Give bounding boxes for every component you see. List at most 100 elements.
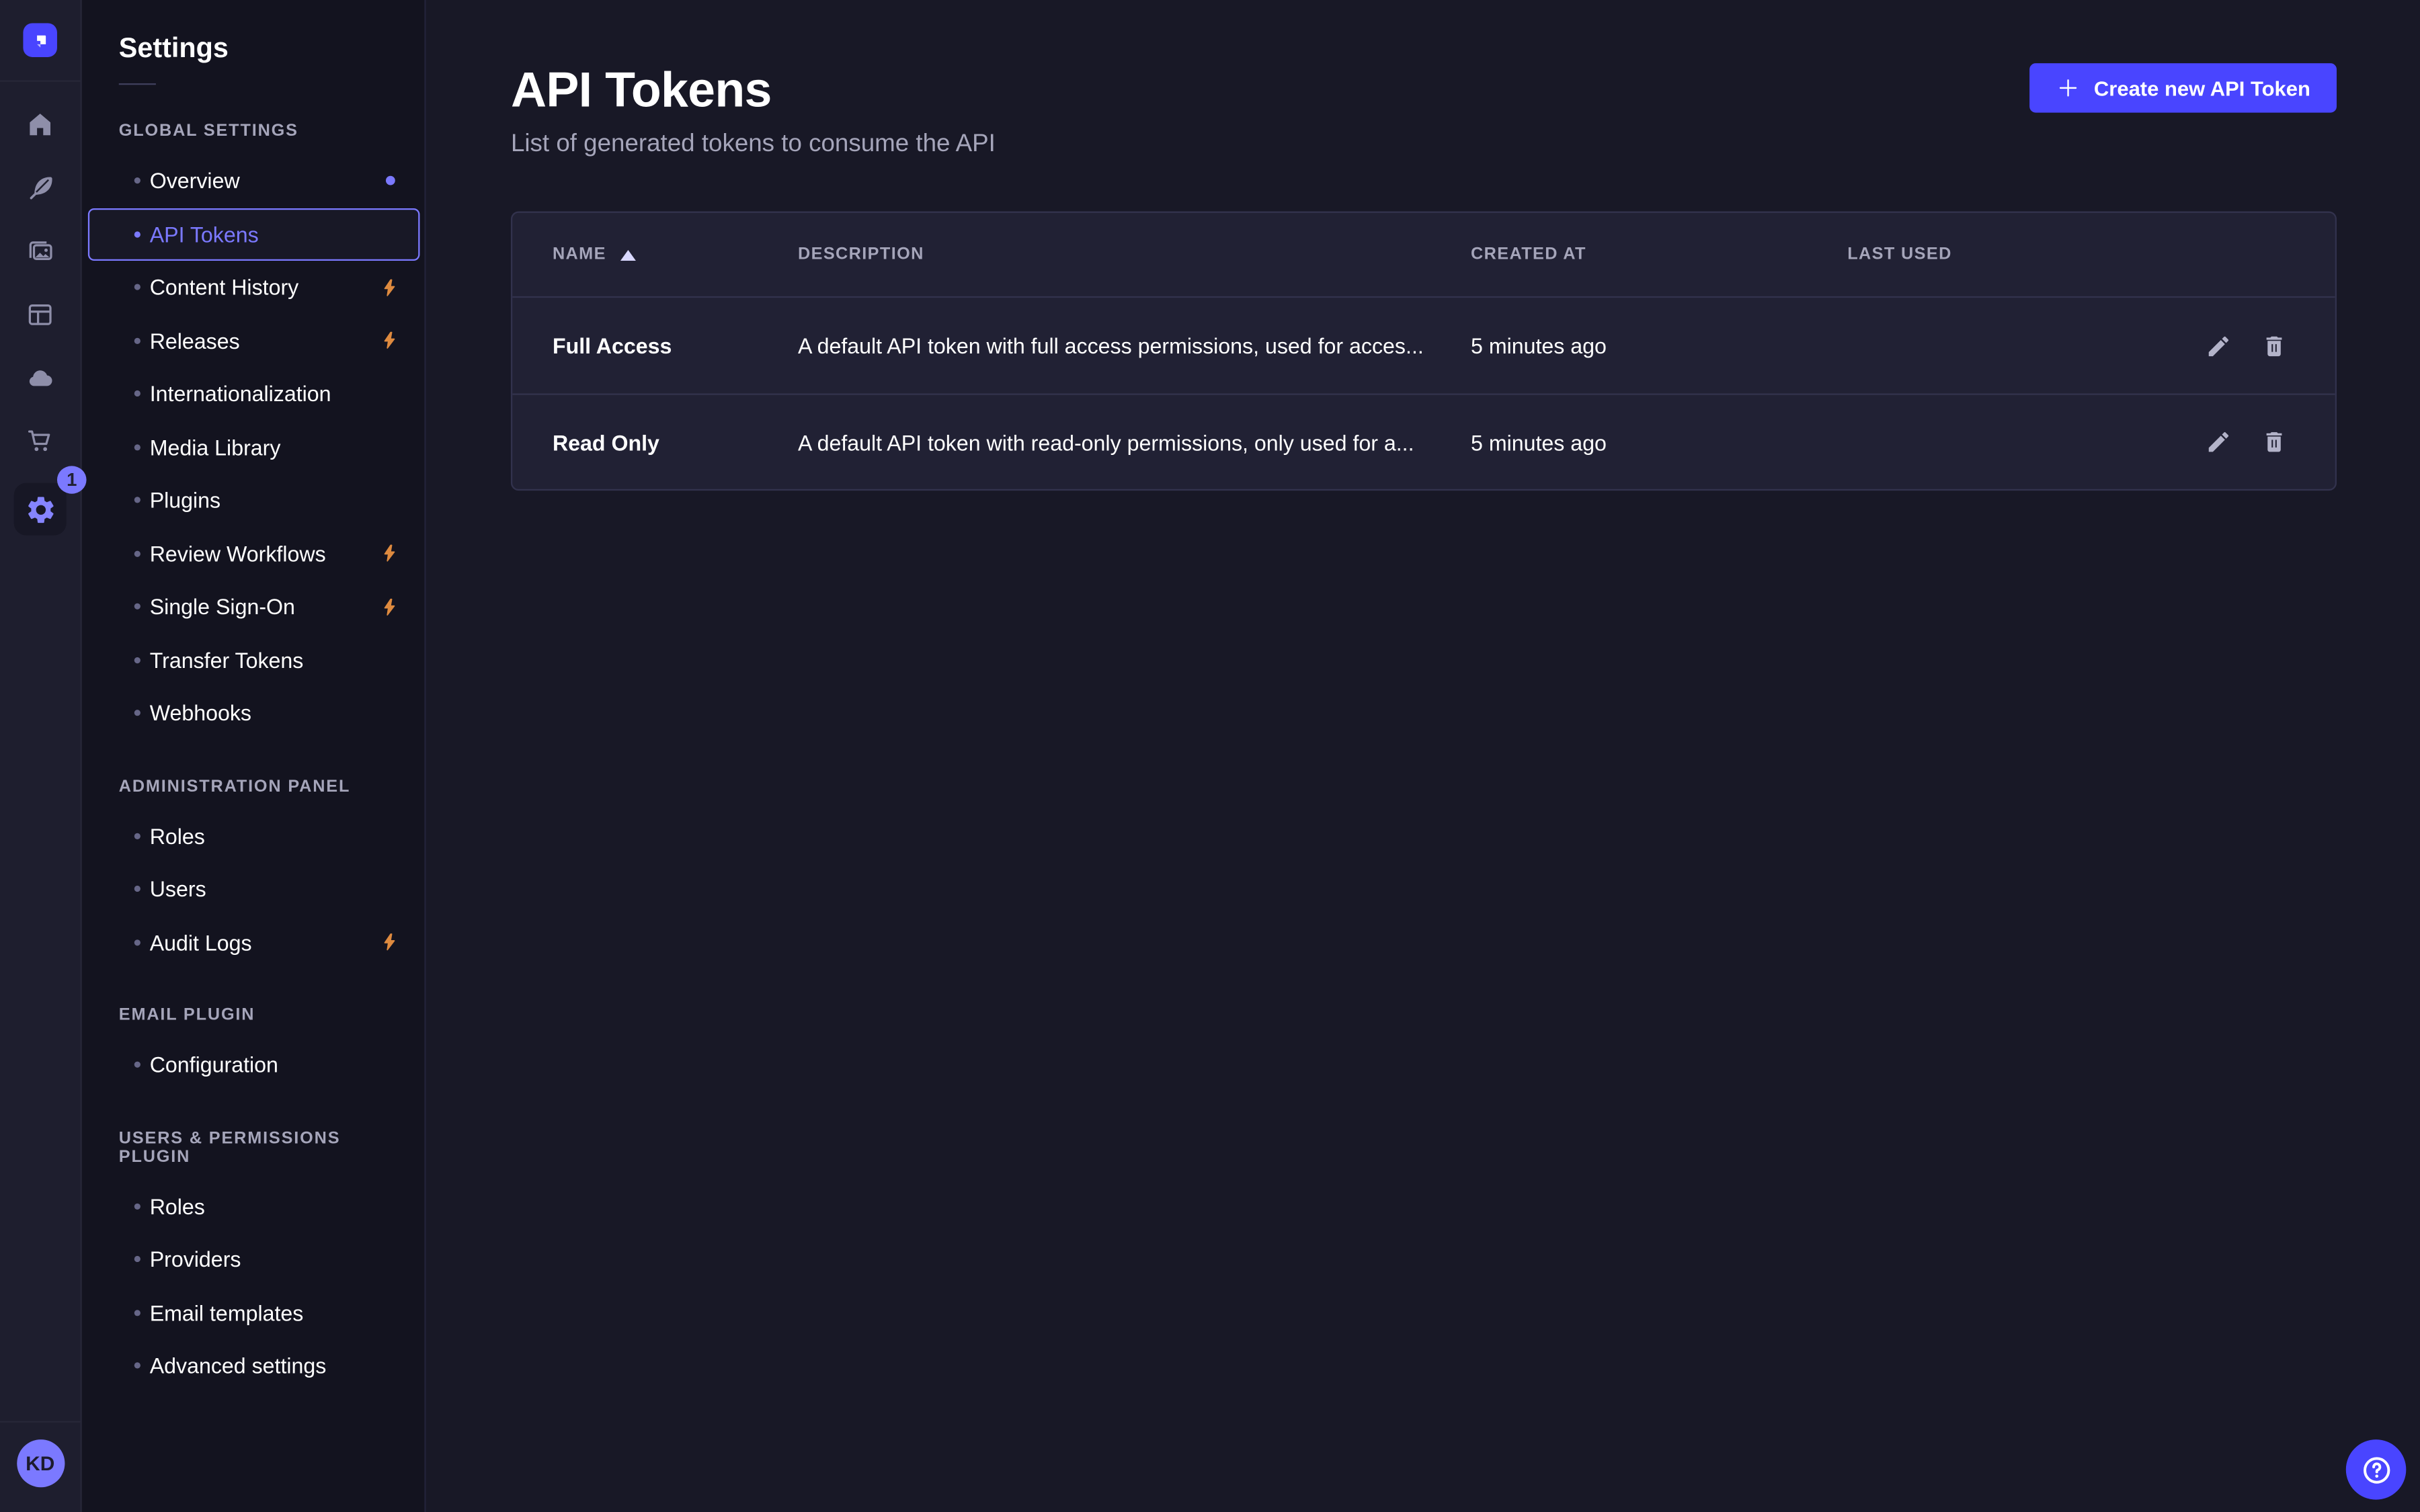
table-header-row: NAME DESCRIPTION CREATED AT LAST USED bbox=[512, 213, 2335, 298]
sidebar-item-label: Content History bbox=[150, 275, 299, 300]
sidebar-section-items: Roles Users Audit Logs bbox=[82, 809, 425, 969]
column-header-label: DESCRIPTION bbox=[798, 245, 924, 264]
column-header-description: DESCRIPTION bbox=[798, 245, 1471, 264]
nav-accessory bbox=[380, 276, 400, 298]
sidebar-item-content-history[interactable]: Content History bbox=[88, 261, 420, 314]
edit-button[interactable] bbox=[2196, 421, 2239, 464]
page-header: API Tokens List of generated tokens to c… bbox=[428, 0, 2420, 159]
sidebar-item-label: Providers bbox=[150, 1247, 241, 1272]
bullet-icon bbox=[134, 603, 140, 610]
bullet-icon bbox=[134, 231, 140, 237]
column-header-last-used: LAST USED bbox=[1847, 245, 2177, 264]
token-name: Read Only bbox=[553, 429, 798, 454]
column-header-name[interactable]: NAME bbox=[553, 245, 798, 264]
sidebar-item-label: Internationalization bbox=[150, 382, 331, 407]
settings-subnav: Settings GLOBAL SETTINGS Overview API To… bbox=[82, 0, 426, 1512]
sidebar-section-label: ADMINISTRATION PANEL bbox=[82, 777, 425, 796]
pencil-icon bbox=[2205, 333, 2231, 359]
marketplace-cart-icon[interactable] bbox=[25, 426, 56, 457]
sidebar-item-webhooks[interactable]: Webhooks bbox=[88, 687, 420, 740]
feather-icon[interactable] bbox=[25, 173, 56, 204]
bullet-icon bbox=[134, 886, 140, 892]
sidebar-item-label: Releases bbox=[150, 328, 240, 353]
sidebar-item-label: Roles bbox=[150, 1193, 205, 1218]
sidebar-item-transfer-tokens[interactable]: Transfer Tokens bbox=[88, 633, 420, 686]
column-header-label: LAST USED bbox=[1847, 245, 1952, 264]
pencil-icon bbox=[2205, 429, 2231, 455]
sidebar-item-label: Configuration bbox=[150, 1052, 278, 1077]
settings-gear-icon[interactable]: 1 bbox=[14, 483, 67, 536]
sidebar-item-roles[interactable]: Roles bbox=[88, 809, 420, 862]
sidebar-section-items: Roles Providers Email templates Advanced… bbox=[82, 1179, 425, 1392]
lightning-icon bbox=[380, 329, 400, 352]
sidebar-item-api-tokens[interactable]: API Tokens bbox=[88, 208, 420, 261]
create-api-token-label: Create new API Token bbox=[2094, 77, 2310, 99]
home-icon[interactable] bbox=[25, 110, 56, 140]
sidebar-item-users[interactable]: Users bbox=[88, 862, 420, 915]
sidebar-item-label: Plugins bbox=[150, 488, 220, 513]
trash-icon bbox=[2260, 429, 2286, 455]
sidebar-item-label: Review Workflows bbox=[150, 541, 326, 566]
sidebar-item-label: Advanced settings bbox=[150, 1353, 327, 1378]
sidebar-item-configuration[interactable]: Configuration bbox=[88, 1038, 420, 1091]
sidebar-item-plugins[interactable]: Plugins bbox=[88, 474, 420, 527]
sidebar-item-single-sign-on[interactable]: Single Sign-On bbox=[88, 580, 420, 633]
delete-button[interactable] bbox=[2252, 324, 2295, 367]
sidebar-item-label: Roles bbox=[150, 823, 205, 848]
bullet-icon bbox=[134, 390, 140, 396]
nav-accessory bbox=[380, 931, 400, 954]
row-actions bbox=[2196, 324, 2295, 367]
bullet-icon bbox=[134, 939, 140, 946]
sidebar-item-label: Overview bbox=[150, 169, 240, 194]
cloud-icon[interactable] bbox=[25, 363, 56, 394]
token-description: A default API token with full access per… bbox=[798, 333, 1471, 358]
token-created-at: 5 minutes ago bbox=[1471, 333, 1847, 358]
column-header-created-at: CREATED AT bbox=[1471, 245, 1847, 264]
sidebar-item-label: Media Library bbox=[150, 435, 281, 460]
strapi-admin-app: 1 KD Settings GLOBAL SETTINGS Overview A… bbox=[0, 0, 2420, 1512]
sidebar-item-email-templates[interactable]: Email templates bbox=[88, 1286, 420, 1339]
sidebar-item-media-library[interactable]: Media Library bbox=[88, 421, 420, 474]
bullet-icon bbox=[134, 1310, 140, 1316]
question-circle-icon bbox=[2359, 1453, 2393, 1487]
lightning-icon bbox=[380, 542, 400, 564]
bullet-icon bbox=[134, 1203, 140, 1209]
sidebar-item-label: Webhooks bbox=[150, 701, 251, 726]
sidebar-item-review-workflows[interactable]: Review Workflows bbox=[88, 527, 420, 580]
sidebar-item-advanced-settings[interactable]: Advanced settings bbox=[88, 1339, 420, 1392]
table-row-read-only[interactable]: Read Only A default API token with read-… bbox=[512, 393, 2335, 489]
sidebar-item-label: API Tokens bbox=[150, 222, 259, 247]
sidebar-section-items: Configuration bbox=[82, 1038, 425, 1091]
bullet-icon bbox=[134, 284, 140, 290]
bullet-icon bbox=[134, 1363, 140, 1369]
strapi-logo[interactable] bbox=[23, 23, 57, 57]
notification-dot bbox=[386, 176, 395, 185]
sidebar-section-global-settings: GLOBAL SETTINGS Overview API Tokens Cont… bbox=[82, 122, 425, 740]
sidebar-section-label: EMAIL PLUGIN bbox=[82, 1006, 425, 1025]
sidebar-item-releases[interactable]: Releases bbox=[88, 314, 420, 367]
sidebar-item-providers[interactable]: Providers bbox=[88, 1232, 420, 1286]
page-subtitle: List of generated tokens to consume the … bbox=[511, 132, 2337, 159]
bullet-icon bbox=[134, 657, 140, 663]
rail-bottom: KD bbox=[0, 1421, 80, 1512]
media-library-icon[interactable] bbox=[25, 236, 56, 267]
bullet-icon bbox=[134, 444, 140, 450]
delete-button[interactable] bbox=[2252, 421, 2295, 464]
sidebar-item-roles[interactable]: Roles bbox=[88, 1179, 420, 1232]
token-description: A default API token with read-only permi… bbox=[798, 429, 1471, 454]
sidebar-item-overview[interactable]: Overview bbox=[88, 155, 420, 208]
help-button[interactable] bbox=[2346, 1439, 2407, 1500]
create-api-token-button[interactable]: Create new API Token bbox=[2029, 63, 2337, 112]
sidebar-item-label: Single Sign-On bbox=[150, 595, 295, 620]
sidebar-item-audit-logs[interactable]: Audit Logs bbox=[88, 916, 420, 969]
table-row-full-access[interactable]: Full Access A default API token with ful… bbox=[512, 298, 2335, 393]
strapi-logo-icon bbox=[28, 28, 51, 51]
sidebar-item-internationalization[interactable]: Internationalization bbox=[88, 367, 420, 420]
layout-icon[interactable] bbox=[25, 299, 56, 330]
bullet-icon bbox=[134, 1062, 140, 1068]
avatar[interactable]: KD bbox=[16, 1439, 64, 1487]
sidebar-item-label: Users bbox=[150, 877, 206, 902]
edit-button[interactable] bbox=[2196, 324, 2239, 367]
bullet-icon bbox=[134, 1256, 140, 1262]
table-body: Full Access A default API token with ful… bbox=[512, 298, 2335, 489]
